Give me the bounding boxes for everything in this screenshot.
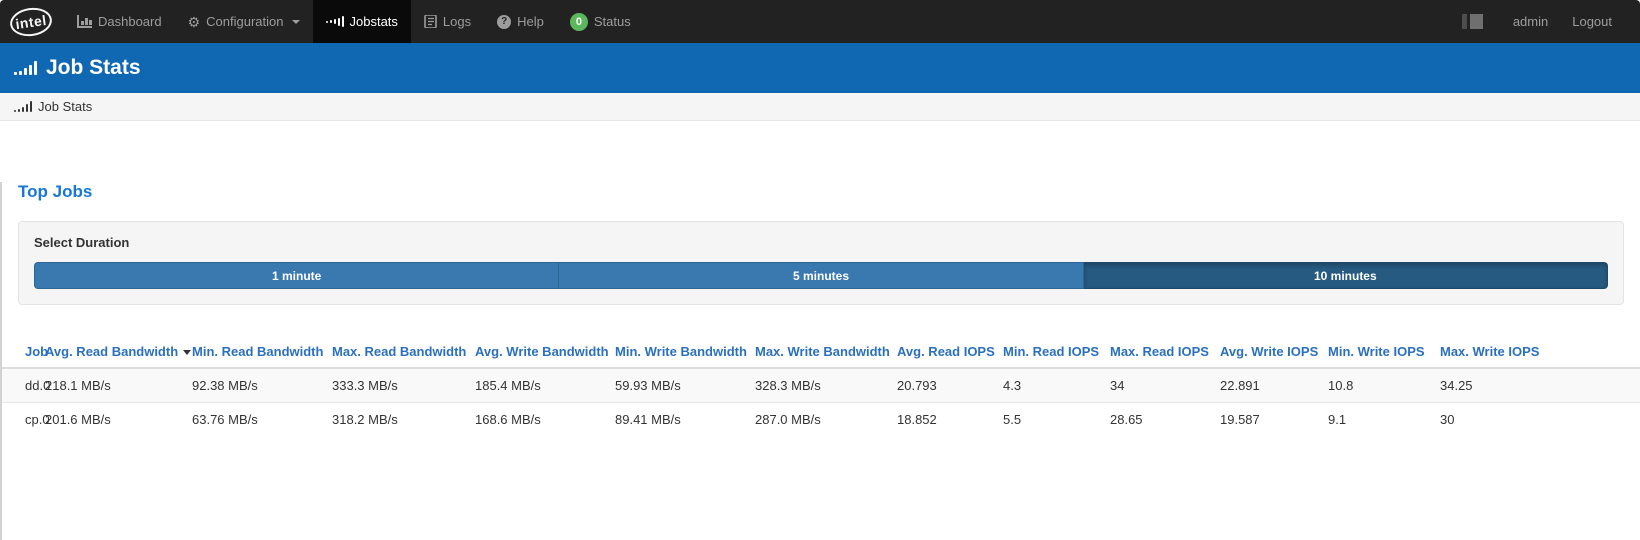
duration-panel-label: Select Duration: [34, 235, 1608, 250]
section-title: Top Jobs: [18, 182, 1640, 202]
gear-icon: ⚙: [188, 15, 201, 29]
table-cell: 63.76 MB/s: [186, 403, 326, 437]
table-cell: 20.793: [891, 368, 997, 403]
table-cell: 34.25: [1434, 368, 1640, 403]
table-cell: dd.0: [2, 368, 39, 403]
table-cell: 18.852: [891, 403, 997, 437]
page-title: Job Stats: [46, 56, 141, 80]
duration-button-5-minutes[interactable]: 5 minutes: [559, 262, 1083, 289]
nav-item-help[interactable]: ? Help: [484, 0, 557, 43]
column-header[interactable]: Max. Write IOPS: [1434, 336, 1640, 368]
navbar-right: admin Logout: [1462, 0, 1640, 43]
table-cell: 328.3 MB/s: [749, 368, 891, 403]
table-cell: 10.8: [1322, 368, 1434, 403]
duration-button-10-minutes[interactable]: 10 minutes: [1084, 262, 1608, 289]
status-badge: 0: [570, 13, 588, 31]
column-header[interactable]: Avg. Read IOPS: [891, 336, 997, 368]
table-cell: 59.93 MB/s: [609, 368, 749, 403]
signal-icon: [326, 16, 344, 27]
table-cell: 28.65: [1104, 403, 1214, 437]
table-cell: 185.4 MB/s: [469, 368, 609, 403]
table-cell: 92.38 MB/s: [186, 368, 326, 403]
table-cell: 168.6 MB/s: [469, 403, 609, 437]
navbar-left: intel Dashboard ⚙ Configuration: [0, 0, 644, 43]
duration-panel: Select Duration 1 minute 5 minutes 10 mi…: [18, 221, 1624, 305]
page-header: Job Stats: [0, 43, 1640, 93]
table-header-row: JobAvg. Read BandwidthMin. Read Bandwidt…: [2, 336, 1640, 368]
table-cell: 22.891: [1214, 368, 1322, 403]
nav-item-label: Logs: [443, 14, 471, 29]
column-header[interactable]: Max. Write Bandwidth: [749, 336, 891, 368]
nav-item-label: Help: [517, 14, 544, 29]
column-header[interactable]: Avg. Read Bandwidth: [39, 336, 186, 368]
column-header[interactable]: Max. Read Bandwidth: [326, 336, 469, 368]
nav-item-configuration[interactable]: ⚙ Configuration: [175, 0, 313, 43]
nav-item-jobstats[interactable]: Jobstats: [313, 0, 411, 43]
column-header[interactable]: Min. Write Bandwidth: [609, 336, 749, 368]
table-cell: 9.1: [1322, 403, 1434, 437]
nav-item-label: Dashboard: [98, 14, 162, 29]
nav-item-logs[interactable]: Logs: [411, 0, 484, 43]
table-cell: 5.5: [997, 403, 1104, 437]
top-navbar: intel Dashboard ⚙ Configuration: [0, 0, 1640, 43]
signal-icon: [14, 101, 32, 112]
username[interactable]: admin: [1501, 14, 1560, 29]
column-header[interactable]: Job: [2, 336, 39, 368]
column-header[interactable]: Min. Read Bandwidth: [186, 336, 326, 368]
logs-icon: [424, 15, 437, 28]
table-body: dd.0218.1 MB/s92.38 MB/s333.3 MB/s185.4 …: [2, 368, 1640, 436]
nav-item-dashboard[interactable]: Dashboard: [64, 0, 175, 43]
user-icon: [1462, 14, 1483, 29]
table-row: cp.0201.6 MB/s63.76 MB/s318.2 MB/s168.6 …: [2, 403, 1640, 437]
column-header[interactable]: Avg. Write Bandwidth: [469, 336, 609, 368]
table-cell: 287.0 MB/s: [749, 403, 891, 437]
duration-button-group: 1 minute 5 minutes 10 minutes: [34, 262, 1608, 289]
breadcrumb: Job Stats: [0, 93, 1640, 121]
table-cell: 201.6 MB/s: [39, 403, 186, 437]
table-row: dd.0218.1 MB/s92.38 MB/s333.3 MB/s185.4 …: [2, 368, 1640, 403]
column-header[interactable]: Max. Read IOPS: [1104, 336, 1214, 368]
top-jobs-table: JobAvg. Read BandwidthMin. Read Bandwidt…: [2, 336, 1640, 436]
breadcrumb-label: Job Stats: [38, 99, 92, 114]
nav-item-status[interactable]: 0 Status: [557, 0, 644, 43]
column-header[interactable]: Min. Write IOPS: [1322, 336, 1434, 368]
table-cell: 218.1 MB/s: [39, 368, 186, 403]
nav-item-label: Jobstats: [350, 14, 398, 29]
table-cell: 333.3 MB/s: [326, 368, 469, 403]
table-cell: 19.587: [1214, 403, 1322, 437]
intel-logo-icon: intel: [8, 5, 53, 39]
chevron-down-icon: [292, 20, 300, 24]
main-content: Top Jobs Select Duration 1 minute 5 minu…: [0, 182, 1640, 540]
duration-button-1-minute[interactable]: 1 minute: [34, 262, 559, 289]
table-cell: 30: [1434, 403, 1640, 437]
column-header[interactable]: Avg. Write IOPS: [1214, 336, 1322, 368]
sort-caret-icon: [183, 350, 191, 355]
dashboard-icon: [77, 15, 92, 28]
column-header[interactable]: Min. Read IOPS: [997, 336, 1104, 368]
table-cell: 34: [1104, 368, 1214, 403]
table-cell: 89.41 MB/s: [609, 403, 749, 437]
nav-item-label: Configuration: [206, 14, 283, 29]
signal-icon: [14, 61, 37, 75]
logout-button[interactable]: Logout: [1560, 14, 1624, 29]
table-cell: 318.2 MB/s: [326, 403, 469, 437]
brand[interactable]: intel: [0, 0, 64, 43]
nav-item-label: Status: [594, 14, 631, 29]
table-cell: cp.0: [2, 403, 39, 437]
help-icon: ?: [497, 15, 511, 29]
table-cell: 4.3: [997, 368, 1104, 403]
